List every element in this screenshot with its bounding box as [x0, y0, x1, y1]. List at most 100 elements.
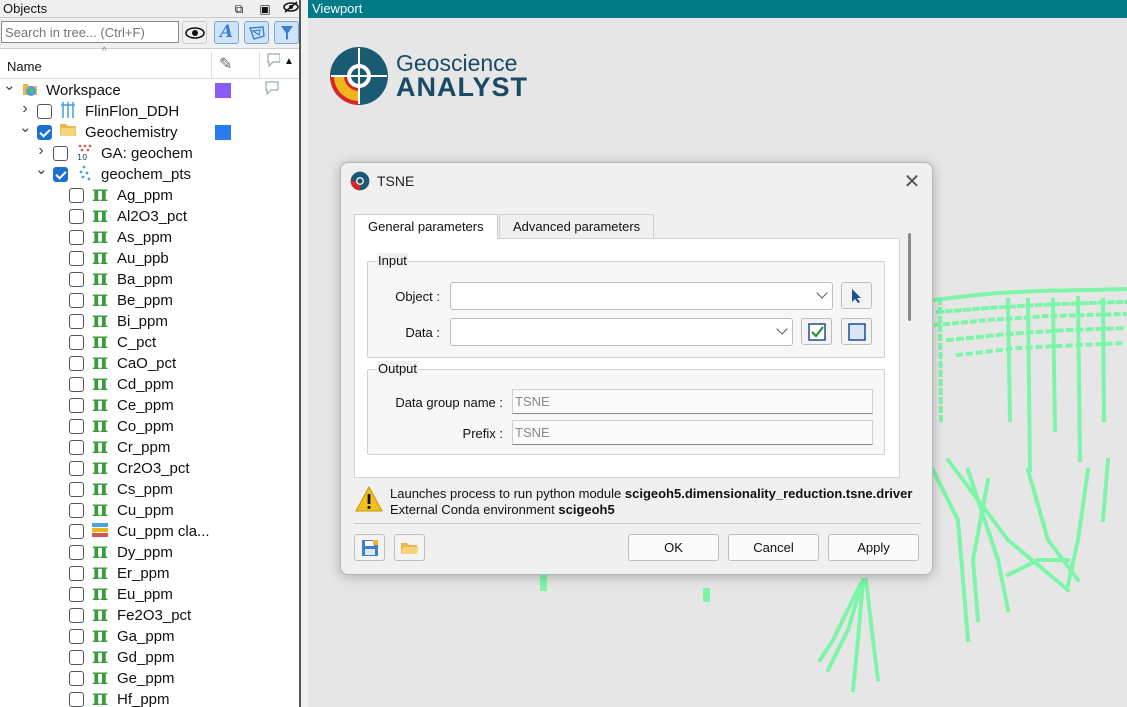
- tree-item-checkbox[interactable]: [37, 104, 52, 119]
- name-column-header[interactable]: Name: [7, 59, 42, 74]
- hide-panel-icon[interactable]: [282, 1, 299, 17]
- svg-text:10: 10: [77, 153, 87, 161]
- tree-item[interactable]: π Eu_ppm: [0, 582, 299, 605]
- maximize-panel-icon[interactable]: ▣: [256, 1, 274, 17]
- tree-item[interactable]: π Be_ppm: [0, 288, 299, 311]
- warning-icon: [355, 486, 383, 512]
- tree-item[interactable]: π Au_ppb: [0, 246, 299, 269]
- tree-item-checkbox[interactable]: [69, 629, 84, 644]
- tree-item-label: Co_ppm: [117, 418, 174, 435]
- tree-item[interactable]: π CaO_pct: [0, 351, 299, 374]
- tree-item[interactable]: ⌄ Geochemistry: [0, 119, 299, 143]
- tree-header: ^ Name ✎: [0, 46, 299, 79]
- close-icon[interactable]: ✕: [901, 169, 923, 194]
- tree-item-checkbox[interactable]: [69, 566, 84, 581]
- tree-item[interactable]: π Bi_ppm: [0, 309, 299, 332]
- tree-item-checkbox[interactable]: [53, 167, 68, 182]
- tree-item-checkbox[interactable]: [37, 125, 52, 140]
- tree-item-checkbox[interactable]: [69, 377, 84, 392]
- tree-item[interactable]: π Er_ppm: [0, 561, 299, 584]
- tree-item-label: Ba_ppm: [117, 271, 173, 288]
- tree-item[interactable]: π Gd_ppm: [0, 645, 299, 668]
- tree-item-checkbox[interactable]: [69, 440, 84, 455]
- tree-item[interactable]: π Ag_ppm: [0, 183, 299, 206]
- general-parameters-pane: Input Object : Data : Output Data group …: [354, 238, 900, 478]
- pick-object-button[interactable]: [841, 282, 872, 309]
- tree-item[interactable]: π Fe2O3_pct: [0, 603, 299, 626]
- output-group: Output Data group name : TSNE Prefix : T…: [367, 361, 885, 455]
- tree-item-checkbox[interactable]: [69, 692, 84, 707]
- select-all-data-button[interactable]: [801, 318, 832, 345]
- tree-item-label: Cu_ppm cla...: [117, 523, 210, 540]
- tree-item[interactable]: π Cu_ppm: [0, 498, 299, 521]
- data-combobox[interactable]: [450, 318, 793, 346]
- tree-item-checkbox[interactable]: [69, 314, 84, 329]
- tree-item[interactable]: π Hf_ppm: [0, 687, 299, 707]
- tree-item[interactable]: π C_pct: [0, 330, 299, 353]
- tree-item-checkbox[interactable]: [69, 503, 84, 518]
- tree-item-checkbox[interactable]: [69, 524, 84, 539]
- type-filter-button[interactable]: [244, 21, 269, 44]
- tree-item[interactable]: π Ge_ppm: [0, 666, 299, 689]
- tree-item[interactable]: π Cd_ppm: [0, 372, 299, 395]
- tree-item[interactable]: π Co_ppm: [0, 414, 299, 437]
- dialog-scrollbar[interactable]: [908, 233, 911, 321]
- object-combobox[interactable]: [450, 282, 833, 310]
- tree-item-checkbox[interactable]: [69, 335, 84, 350]
- collapse-arrow-icon[interactable]: ⌄: [19, 118, 32, 136]
- filter-button[interactable]: [274, 21, 299, 44]
- tree-item-checkbox[interactable]: [69, 356, 84, 371]
- color-swatch[interactable]: [215, 83, 231, 98]
- tree-item-checkbox[interactable]: [53, 146, 68, 161]
- tab-advanced-parameters[interactable]: Advanced parameters: [499, 214, 655, 239]
- tree-scroll-up-button[interactable]: ▲: [280, 53, 298, 71]
- data-group-name-input[interactable]: TSNE: [512, 389, 873, 414]
- cancel-button[interactable]: Cancel: [728, 534, 819, 561]
- tree-item-checkbox[interactable]: [69, 251, 84, 266]
- tree-item-checkbox[interactable]: [69, 545, 84, 560]
- tree-item-checkbox[interactable]: [69, 461, 84, 476]
- tree-item-checkbox[interactable]: [69, 272, 84, 287]
- expand-arrow-icon[interactable]: ›: [19, 100, 31, 118]
- tree-item-checkbox[interactable]: [69, 209, 84, 224]
- collapse-arrow-icon[interactable]: ⌄: [35, 160, 48, 178]
- tree-item[interactable]: π Ga_ppm: [0, 624, 299, 647]
- tree-item-label: Ge_ppm: [117, 670, 175, 687]
- float-panel-icon[interactable]: ⧉: [230, 1, 248, 17]
- tree-item[interactable]: π Ce_ppm: [0, 393, 299, 416]
- tree-item-checkbox[interactable]: [69, 608, 84, 623]
- tree-item[interactable]: π Cs_ppm: [0, 477, 299, 500]
- tree-item[interactable]: π As_ppm: [0, 225, 299, 248]
- tree-item-checkbox[interactable]: [69, 671, 84, 686]
- tree-item[interactable]: π Dy_ppm: [0, 540, 299, 563]
- tree-item[interactable]: ⌄ geochem_pts: [0, 161, 299, 185]
- tree-item-checkbox[interactable]: [69, 230, 84, 245]
- tree-item-checkbox[interactable]: [69, 482, 84, 497]
- ok-button[interactable]: OK: [628, 534, 719, 561]
- expand-arrow-icon[interactable]: ›: [35, 142, 47, 160]
- apply-button[interactable]: Apply: [828, 534, 919, 561]
- load-settings-button[interactable]: [394, 534, 425, 561]
- collapse-arrow-icon[interactable]: ⌄: [3, 76, 16, 94]
- visibility-eye-button[interactable]: [182, 21, 207, 44]
- tree-item[interactable]: ⌄ Workspace: [0, 77, 299, 101]
- tree-item[interactable]: π Cr2O3_pct: [0, 456, 299, 479]
- tree-item-checkbox[interactable]: [69, 419, 84, 434]
- tab-general-parameters[interactable]: General parameters: [354, 214, 498, 240]
- tree-item-checkbox[interactable]: [69, 650, 84, 665]
- tree-item[interactable]: π Al2O3_pct: [0, 204, 299, 227]
- tree-item[interactable]: Cu_ppm cla...: [0, 521, 299, 542]
- search-input[interactable]: [1, 21, 179, 43]
- tree-item-checkbox[interactable]: [69, 398, 84, 413]
- tree-item[interactable]: π Cr_ppm: [0, 435, 299, 458]
- tree-item[interactable]: › FlinFlon_DDH: [0, 100, 299, 122]
- color-swatch[interactable]: [215, 125, 231, 140]
- tree-item-checkbox[interactable]: [69, 587, 84, 602]
- clear-data-button[interactable]: [841, 318, 872, 345]
- name-filter-button[interactable]: A: [214, 21, 239, 44]
- tree-item-checkbox[interactable]: [69, 293, 84, 308]
- save-settings-button[interactable]: [354, 534, 385, 561]
- tree-item-checkbox[interactable]: [69, 188, 84, 203]
- tree-item[interactable]: π Ba_ppm: [0, 267, 299, 290]
- prefix-input[interactable]: TSNE: [512, 420, 873, 445]
